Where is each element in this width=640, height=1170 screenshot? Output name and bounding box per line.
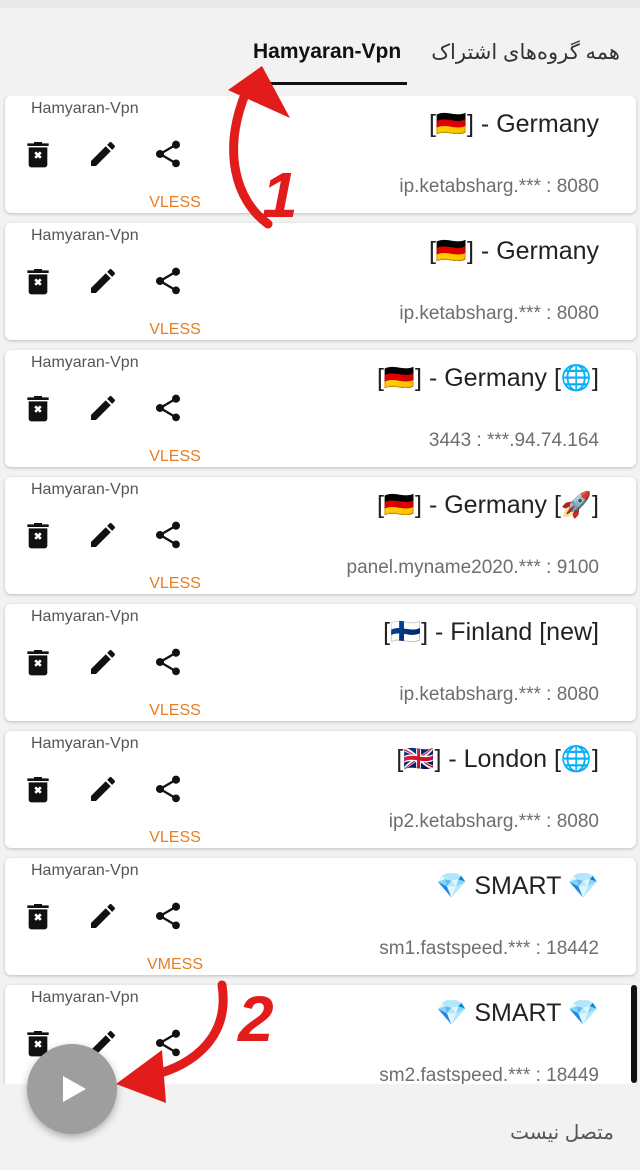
active-tab-indicator [240, 82, 407, 85]
server-card[interactable]: Hamyaran-Vpn 💎 SMART 💎 sm1.fastspeed.*** :… [5, 858, 636, 975]
share-icon[interactable] [152, 519, 184, 551]
card-group-label: Hamyaran-Vpn [31, 227, 139, 244]
card-group-label: Hamyaran-Vpn [31, 608, 139, 625]
delete-icon[interactable] [22, 900, 54, 932]
card-address: panel.myname2020.*** : 9100 [346, 557, 599, 578]
delete-icon[interactable] [22, 646, 54, 678]
delete-icon[interactable] [22, 265, 54, 297]
group-tabs: همه گروه‌های اشتراک Hamyaran-Vpn [0, 8, 640, 92]
edit-icon[interactable] [87, 138, 119, 170]
annotation-number-2: 2 [238, 983, 274, 1055]
connect-button[interactable] [27, 1044, 117, 1134]
card-address: ip.ketabsharg.*** : 8080 [399, 684, 599, 705]
server-card[interactable]: Hamyaran-Vpn [🇬🇧] - London [🌐] ip2.ketabsh… [5, 731, 636, 848]
server-card[interactable]: Hamyaran-Vpn [🇫🇮] - Finland [new] ip.ketab… [5, 604, 636, 721]
share-icon[interactable] [152, 900, 184, 932]
card-address: 3443 : ***.94.74.164 [428, 430, 599, 451]
server-card[interactable]: Hamyaran-Vpn [🇩🇪] - Germany ip.ketabsharg.… [5, 223, 636, 340]
card-address: ip2.ketabsharg.*** : 8080 [388, 811, 599, 832]
card-title: [🇩🇪] - Germany [🚀] [376, 491, 599, 519]
card-title: [🇫🇮] - Finland [new] [383, 618, 599, 646]
play-icon [63, 1076, 86, 1102]
share-icon[interactable] [152, 773, 184, 805]
share-icon[interactable] [152, 1027, 184, 1059]
card-address: ip.ketabsharg.*** : 8080 [399, 176, 599, 197]
edit-icon[interactable] [87, 773, 119, 805]
card-address: sm1.fastspeed.*** : 18442 [379, 938, 599, 959]
delete-icon[interactable] [22, 519, 54, 551]
share-icon[interactable] [152, 646, 184, 678]
card-group-label: Hamyaran-Vpn [31, 989, 139, 1006]
card-protocol: VLESS [149, 575, 201, 592]
card-title: [🇬🇧] - London [🌐] [396, 745, 599, 773]
edit-icon[interactable] [87, 519, 119, 551]
card-protocol: VLESS [149, 829, 201, 846]
edit-icon[interactable] [87, 265, 119, 297]
delete-icon[interactable] [22, 138, 54, 170]
card-protocol: VLESS [149, 194, 201, 211]
delete-icon[interactable] [22, 773, 54, 805]
share-icon[interactable] [152, 138, 184, 170]
card-group-label: Hamyaran-Vpn [31, 354, 139, 371]
share-icon[interactable] [152, 265, 184, 297]
card-title: [🇩🇪] - Germany [🌐] [376, 364, 599, 392]
card-group-label: Hamyaran-Vpn [31, 100, 139, 117]
delete-icon[interactable] [22, 392, 54, 424]
server-card[interactable]: Hamyaran-Vpn [🇩🇪] - Germany [🌐] 3443 : ***… [5, 350, 636, 467]
connection-status: متصل نیست [510, 1122, 614, 1144]
tab-all-groups[interactable]: همه گروه‌های اشتراک [431, 40, 620, 65]
card-protocol: VLESS [149, 702, 201, 719]
scrollbar[interactable] [631, 985, 637, 1083]
edit-icon[interactable] [87, 900, 119, 932]
edit-icon[interactable] [87, 646, 119, 678]
card-address: ip.ketabsharg.*** : 8080 [399, 303, 599, 324]
card-protocol: VLESS [149, 321, 201, 338]
edit-icon[interactable] [87, 392, 119, 424]
card-address: sm2.fastspeed.*** : 18449 [379, 1065, 599, 1084]
card-protocol: VMESS [146, 956, 203, 973]
annotation-number-1: 1 [262, 159, 298, 231]
card-group-label: Hamyaran-Vpn [31, 481, 139, 498]
card-title: [🇩🇪] - Germany [428, 237, 599, 265]
server-card[interactable]: Hamyaran-Vpn [🇩🇪] - Germany [🚀] panel.myna… [5, 477, 636, 594]
tab-hamyaran-vpn[interactable]: Hamyaran-Vpn [253, 40, 401, 64]
card-title: 💎 SMART 💎 [436, 872, 599, 900]
card-protocol: VLESS [149, 448, 201, 465]
card-title: 💎 SMART 💎 [436, 999, 599, 1027]
card-group-label: Hamyaran-Vpn [31, 862, 139, 879]
card-group-label: Hamyaran-Vpn [31, 735, 139, 752]
server-card[interactable]: Hamyaran-Vpn [🇩🇪] - Germany ip.ketabsharg.… [5, 96, 636, 213]
server-list: Hamyaran-Vpn [🇩🇪] - Germany ip.ketabsharg.… [0, 96, 640, 1084]
share-icon[interactable] [152, 392, 184, 424]
card-title: [🇩🇪] - Germany [428, 110, 599, 138]
